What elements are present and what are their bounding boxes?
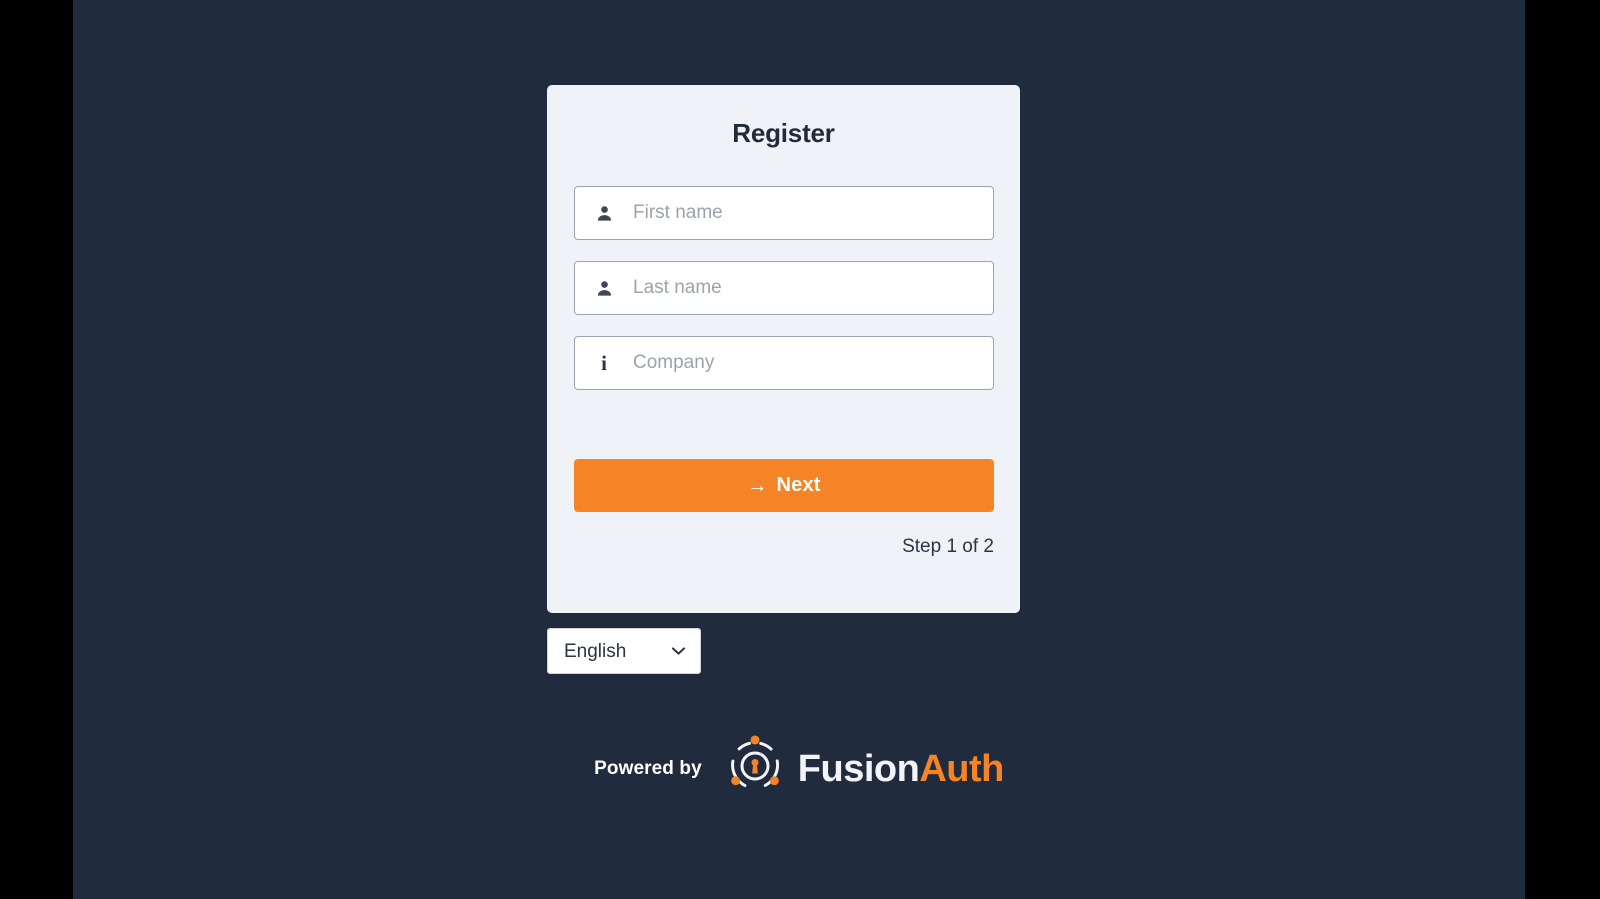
- user-icon: [575, 204, 633, 223]
- letterbox-right: [1525, 0, 1600, 899]
- user-icon: [575, 279, 633, 298]
- fusionauth-logo: FusionAuth: [724, 735, 1004, 802]
- powered-by-label: Powered by: [594, 757, 702, 779]
- page-background: Register First name Last name i Company …: [73, 0, 1525, 899]
- wordmark-fusion: Fusion: [797, 747, 920, 790]
- arrow-right-icon: →: [747, 474, 768, 497]
- info-icon: i: [601, 350, 607, 375]
- form-spacer: [574, 411, 994, 459]
- last-name-input[interactable]: [633, 262, 993, 314]
- company-input[interactable]: [633, 337, 993, 389]
- step-indicator: Step 1 of 2: [902, 536, 994, 557]
- page-title: Register: [732, 118, 835, 148]
- company-field[interactable]: i: [574, 336, 994, 390]
- letterbox-left: [0, 0, 73, 899]
- locale-selector[interactable]: English: [547, 628, 701, 674]
- screen: Register First name Last name i Company …: [0, 0, 1600, 899]
- locale-select[interactable]: English: [547, 628, 701, 674]
- register-form: i → Next Step 1 of 2: [574, 186, 994, 558]
- first-name-field[interactable]: [574, 186, 994, 240]
- next-button[interactable]: → Next: [574, 459, 994, 512]
- next-button-label: Next: [776, 474, 821, 496]
- first-name-input[interactable]: [633, 187, 993, 239]
- fusionauth-wordmark: FusionAuth: [797, 747, 1005, 790]
- fusionauth-emblem-icon: [724, 735, 786, 802]
- register-card: Register First name Last name i Company …: [547, 85, 1020, 613]
- wordmark-auth: Auth: [919, 747, 1004, 790]
- last-name-field[interactable]: [574, 261, 994, 315]
- footer: Powered by FusionAuth: [73, 735, 1525, 802]
